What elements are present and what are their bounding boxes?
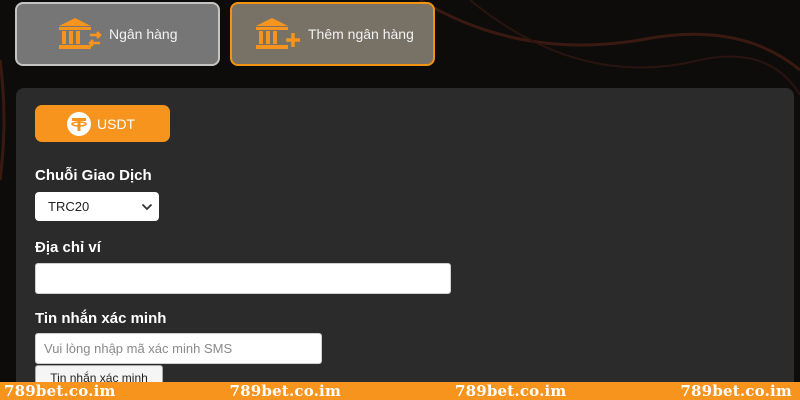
watermark-text: 789bet.co.im bbox=[4, 382, 116, 400]
add-bank-tab-label: Thêm ngân hàng bbox=[308, 26, 414, 42]
watermark-text: 789bet.co.im bbox=[229, 382, 342, 400]
add-bank-tab-button[interactable]: Thêm ngân hàng bbox=[230, 2, 435, 66]
bank-transfer-icon bbox=[57, 16, 103, 52]
sms-code-input[interactable]: Vui lòng nhập mã xác minh SMS bbox=[35, 333, 322, 364]
bank-tab-button[interactable]: Ngân hàng bbox=[15, 2, 220, 66]
watermark-strip: 789bet.co.im 789bet.co.im 789bet.co.im 7… bbox=[0, 382, 800, 400]
sms-verification-label: Tin nhắn xác minh bbox=[35, 310, 167, 327]
watermark-text: 789bet.co.im bbox=[454, 382, 567, 400]
usdt-currency-button[interactable]: USDT bbox=[35, 105, 170, 142]
chain-select-value: TRC20 bbox=[48, 199, 90, 214]
chevron-down-icon bbox=[141, 199, 153, 214]
tether-icon bbox=[66, 111, 92, 137]
chain-select[interactable]: TRC20 bbox=[35, 192, 159, 221]
withdraw-form-panel: USDT Chuỗi Giao Dịch TRC20 Địa chỉ ví Ti… bbox=[16, 88, 794, 400]
sms-code-placeholder: Vui lòng nhập mã xác minh SMS bbox=[44, 341, 233, 356]
wallet-address-input[interactable] bbox=[35, 263, 451, 294]
watermark-text: 789bet.co.im bbox=[680, 382, 792, 400]
bank-add-icon bbox=[254, 16, 302, 52]
chain-label: Chuỗi Giao Dịch bbox=[35, 167, 152, 184]
wallet-address-label: Địa chỉ ví bbox=[35, 239, 101, 256]
usdt-label: USDT bbox=[97, 115, 136, 132]
bank-tab-label: Ngân hàng bbox=[109, 26, 178, 42]
